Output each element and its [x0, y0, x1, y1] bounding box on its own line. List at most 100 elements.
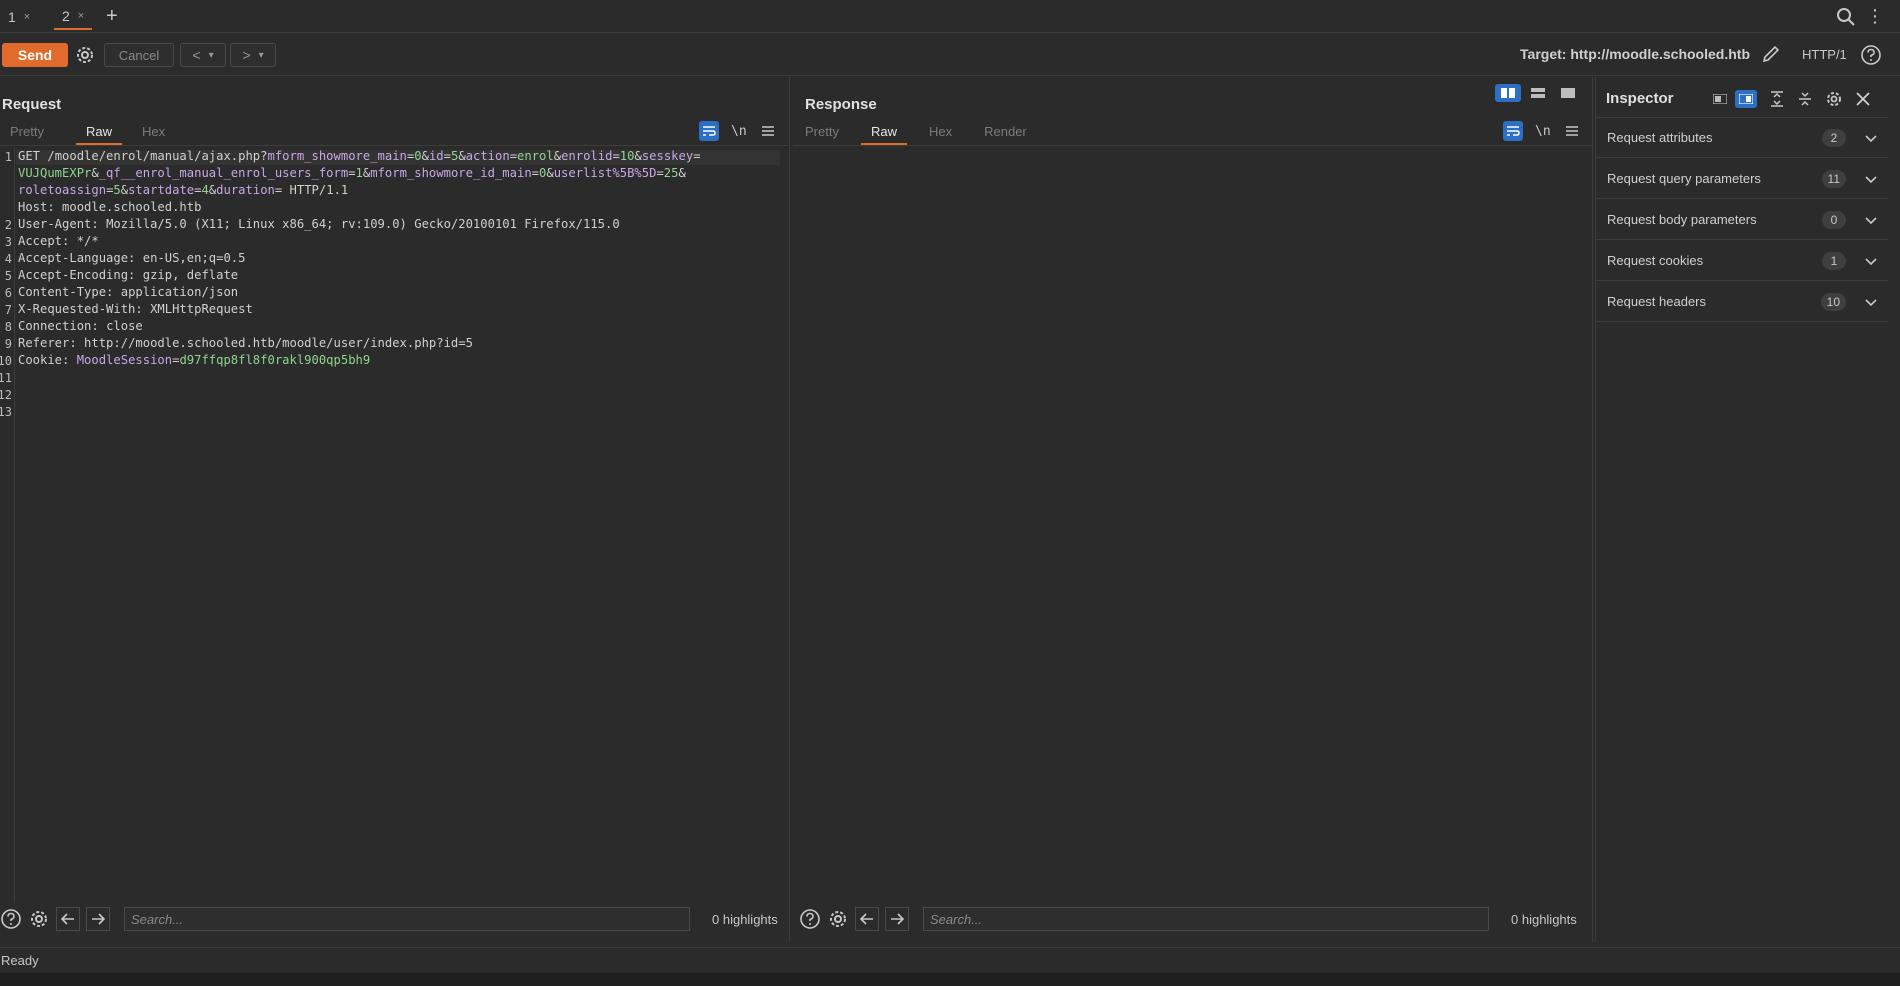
gear-icon[interactable]: [73, 43, 97, 67]
request-panel: Request Pretty Raw Hex \n 1 2 3 4 5 6 7 …: [0, 77, 790, 942]
status-bar: Ready: [0, 947, 1900, 973]
newline-icon[interactable]: \n: [731, 124, 747, 139]
inspector-row-label: Request attributes: [1607, 130, 1713, 145]
inspector-row-body-parameters[interactable]: Request body parameters 0: [1596, 200, 1888, 240]
help-icon[interactable]: [0, 908, 22, 930]
http-version-toggle[interactable]: HTTP/1: [1802, 47, 1847, 62]
chevron-down-icon: [1865, 175, 1877, 183]
inspector-row-query-parameters[interactable]: Request query parameters 11: [1596, 159, 1888, 199]
help-icon[interactable]: [1860, 44, 1882, 66]
request-line: GET /moodle/enrol/manual/ajax.php?mform_…: [18, 149, 701, 163]
request-line: [18, 369, 783, 386]
chevron-down-icon: [1865, 257, 1877, 265]
line-number: 2: [4, 218, 12, 232]
request-line: roletoassign=5&startdate=4&duration= HTT…: [18, 183, 349, 197]
repeater-tab-2[interactable]: 2 ×: [54, 4, 93, 30]
request-line: Cookie: MoodleSession=d97ffqp8fl8f0rakl9…: [18, 353, 371, 367]
request-line: X-Requested-With: XMLHttpRequest: [18, 302, 253, 316]
chevron-down-icon: ▾: [258, 49, 264, 61]
request-editor[interactable]: 1 2 3 4 5 6 7 8 9 10 11 12 13 GET /moodl…: [0, 148, 790, 903]
expand-all-icon[interactable]: [1769, 91, 1785, 107]
response-search-bar: Search... 0 highlights: [799, 900, 1577, 938]
more-options-icon[interactable]: ⋮: [1866, 6, 1884, 26]
inspector-row-label: Request headers: [1607, 294, 1707, 309]
split-horizontal-icon[interactable]: [1495, 84, 1521, 102]
count-badge: 2: [1822, 128, 1846, 147]
request-view-tabs: Pretty Raw Hex: [0, 119, 175, 145]
arrow-left-icon: [61, 913, 74, 925]
request-line: Referer: http://moodle.schooled.htb/mood…: [18, 336, 473, 350]
previous-match-button[interactable]: [855, 907, 879, 931]
line-number-gutter: 1 2 3 4 5 6 7 8 9 10 11 12 13: [0, 148, 15, 903]
chevron-right-icon: >: [242, 47, 251, 63]
repeater-toolbar: Send Cancel < ▾ > ▾ Target: http://moodl…: [0, 34, 1900, 76]
hamburger-menu-icon[interactable]: [1565, 124, 1579, 138]
inspector-row-cookies[interactable]: Request cookies 1: [1596, 241, 1888, 281]
search-icon[interactable]: [1836, 7, 1856, 27]
close-icon[interactable]: [1855, 91, 1871, 107]
help-icon[interactable]: [799, 908, 821, 930]
response-editor[interactable]: [793, 148, 1593, 900]
line-number: 1: [4, 150, 12, 164]
chevron-down-icon: [1865, 216, 1877, 224]
line-number: 5: [4, 269, 12, 283]
count-badge: 10: [1820, 292, 1846, 311]
tabbed-view-icon[interactable]: [1555, 84, 1581, 102]
history-forward-button[interactable]: > ▾: [230, 43, 276, 67]
repeater-tab-strip: 1 × 2 × + ⋮: [0, 0, 1900, 33]
repeater-tab-1[interactable]: 1 ×: [0, 4, 38, 30]
arrow-right-icon: [891, 913, 904, 925]
highlights-count: 0 highlights: [712, 911, 778, 927]
inspector-title: Inspector: [1606, 90, 1674, 107]
gear-icon[interactable]: [827, 908, 849, 930]
inspector-row-headers[interactable]: Request headers 10: [1596, 282, 1888, 322]
response-title: Response: [805, 96, 877, 113]
response-search-input[interactable]: Search...: [923, 907, 1489, 931]
next-match-button[interactable]: [86, 907, 110, 931]
newline-icon[interactable]: \n: [1535, 124, 1551, 139]
close-icon[interactable]: ×: [24, 11, 30, 23]
count-badge: 11: [1821, 169, 1846, 188]
hamburger-menu-icon[interactable]: [761, 124, 775, 138]
split-vertical-icon[interactable]: [1525, 84, 1551, 102]
tab-raw[interactable]: Raw: [75, 119, 122, 145]
inspector-panel: Inspector Request attributes 2 Request q…: [1595, 77, 1888, 942]
line-number: 3: [4, 235, 12, 249]
close-icon[interactable]: ×: [78, 10, 84, 22]
tab-pretty[interactable]: Pretty: [0, 119, 54, 145]
request-line: VUJQumEXPr&_qf__enrol_manual_enrol_users…: [18, 166, 686, 180]
gear-icon[interactable]: [1825, 90, 1843, 108]
desktop-background: [0, 973, 1900, 986]
cancel-button[interactable]: Cancel: [104, 43, 174, 67]
next-match-button[interactable]: [885, 907, 909, 931]
send-button[interactable]: Send: [2, 43, 68, 67]
raw-request-text[interactable]: GET /moodle/enrol/manual/ajax.php?mform_…: [18, 148, 783, 403]
add-tab-icon[interactable]: +: [106, 5, 118, 27]
inspector-row-request-attributes[interactable]: Request attributes 2: [1596, 118, 1888, 158]
tab-hex[interactable]: Hex: [132, 119, 175, 145]
layout-left-icon[interactable]: [1709, 90, 1731, 108]
layout-right-icon[interactable]: [1735, 90, 1757, 108]
chevron-down-icon: ▾: [208, 49, 214, 61]
line-number: 9: [4, 337, 12, 351]
target-label[interactable]: Target: http://moodle.schooled.htb: [1410, 46, 1750, 62]
word-wrap-icon[interactable]: [699, 121, 719, 141]
arrow-left-icon: [860, 913, 873, 925]
history-back-button[interactable]: < ▾: [180, 43, 226, 67]
tab-pretty[interactable]: Pretty: [795, 119, 849, 145]
request-search-input[interactable]: Search...: [124, 907, 690, 931]
divider: [0, 145, 790, 146]
tab-raw[interactable]: Raw: [860, 119, 907, 145]
divider: [793, 145, 1593, 146]
chevron-down-icon: [1865, 298, 1877, 306]
line-number: 11: [0, 371, 12, 385]
request-line: Accept-Language: en-US,en;q=0.5: [18, 251, 246, 265]
highlights-count: 0 highlights: [1511, 911, 1577, 927]
tab-render[interactable]: Render: [974, 119, 1037, 145]
collapse-all-icon[interactable]: [1797, 91, 1813, 107]
pencil-icon[interactable]: [1761, 44, 1781, 64]
gear-icon[interactable]: [28, 908, 50, 930]
word-wrap-icon[interactable]: [1503, 121, 1523, 141]
tab-hex[interactable]: Hex: [919, 119, 962, 145]
previous-match-button[interactable]: [56, 907, 80, 931]
